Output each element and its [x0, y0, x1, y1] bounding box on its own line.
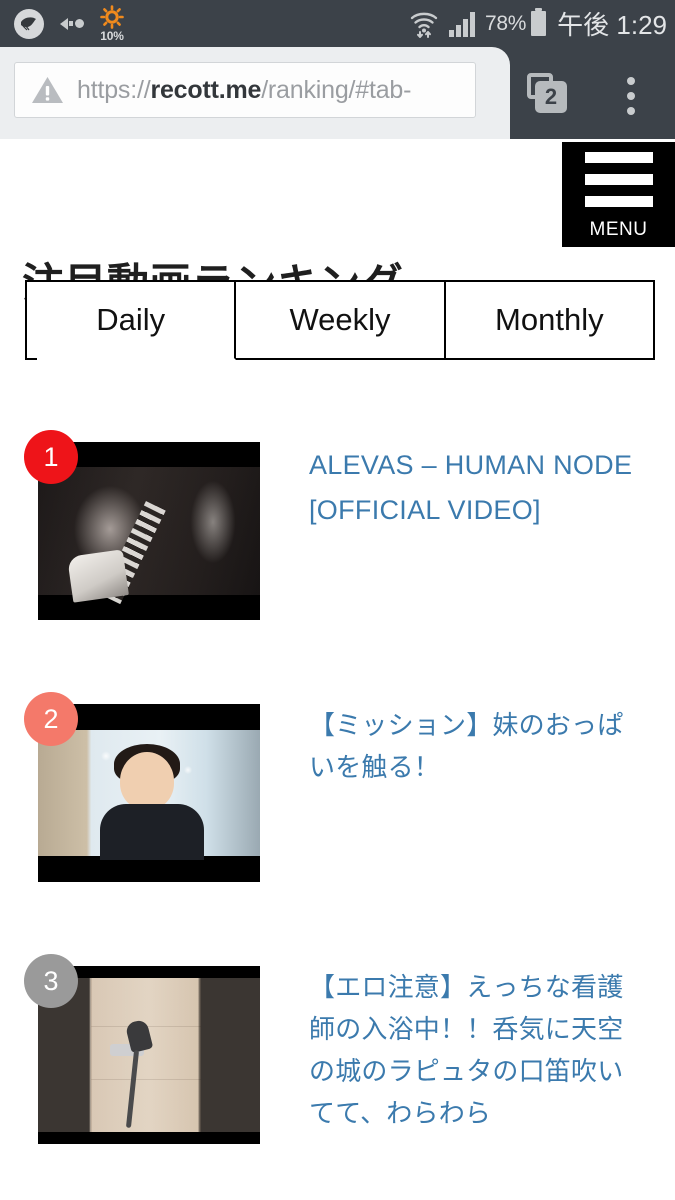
url-scheme: https:// — [77, 75, 151, 104]
rank-badge-2: 2 — [24, 692, 78, 746]
menu-dot-3 — [627, 107, 635, 115]
hamburger-menu-icon-line-1 — [584, 152, 653, 163]
tab-count-label: 2 — [535, 81, 567, 113]
ranking-item-2[interactable]: 2 【ミッション】妹のおっぱいを触る！ — [0, 686, 675, 948]
ranking-item-1[interactable]: 1 ALEVAS – HUMAN NODE [OFFICIAL VIDEO] — [0, 424, 675, 686]
url-text: https://recott.me/ranking/#tab- — [77, 76, 411, 105]
video-thumbnail-wrapper-2[interactable]: 2 — [24, 692, 260, 882]
hamburger-menu-icon-line-3 — [584, 196, 653, 207]
browser-toolbar: https://recott.me/ranking/#tab- 2 — [0, 47, 675, 139]
more-vertical-icon[interactable] — [620, 74, 642, 118]
menu-dot-1 — [627, 77, 635, 85]
brightness-indicator: 10% — [100, 5, 124, 42]
brightness-sun-icon — [100, 5, 124, 29]
ranking-list: 1 ALEVAS – HUMAN NODE [OFFICIAL VIDEO] 2… — [0, 424, 675, 1200]
bird-icon — [14, 8, 44, 39]
video-thumbnail-wrapper-1[interactable]: 1 — [24, 430, 260, 620]
video-thumbnail-wrapper-3[interactable]: 3 — [24, 954, 260, 1144]
status-bar: 10% 78% 午後 1:29 — [0, 0, 675, 47]
url-host: recott.me — [150, 75, 262, 104]
warning-triangle-icon — [32, 77, 63, 103]
tab-monthly[interactable]: Monthly — [445, 280, 655, 360]
site-menu-label: MENU — [589, 219, 648, 240]
wifi-icon — [410, 12, 438, 38]
video-title-link-3[interactable]: 【エロ注意】えっちな看護師の入浴中！！呑気に天空の城のラピュタの口笛吹いてて、わ… — [309, 967, 639, 1200]
tab-daily[interactable]: Daily — [25, 280, 237, 360]
ranking-item-3[interactable]: 3 【エロ注意】えっちな看護師の入浴中！！呑気に天空の城のラピュタの口笛吹いてて… — [0, 948, 675, 1200]
status-bar-clock: 午後 1:29 — [557, 10, 667, 40]
brightness-value: 10% — [100, 29, 124, 43]
ranking-period-tabs: Daily Weekly Monthly — [25, 280, 655, 360]
status-bar-left-icons: 10% — [14, 5, 124, 42]
data-transfer-icon — [60, 17, 84, 30]
tab-weekly[interactable]: Weekly — [236, 280, 446, 360]
tab-switcher-button[interactable]: 2 — [527, 73, 571, 117]
status-bar-right-icons: 78% 午後 1:29 — [409, 5, 667, 42]
rank-badge-1: 1 — [24, 430, 78, 484]
url-path: /ranking/#tab- — [261, 75, 412, 104]
menu-dot-2 — [627, 92, 635, 100]
battery-percentage: 78% — [485, 11, 527, 35]
rank-badge-3: 3 — [24, 954, 78, 1008]
video-title-link-1[interactable]: ALEVAS – HUMAN NODE [OFFICIAL VIDEO] — [309, 443, 639, 686]
site-menu-button[interactable]: MENU — [562, 142, 675, 247]
cellular-signal-icon — [449, 11, 476, 37]
hamburger-menu-icon-line-2 — [584, 174, 653, 185]
address-bar[interactable]: https://recott.me/ranking/#tab- — [14, 62, 476, 118]
video-title-link-2[interactable]: 【ミッション】妹のおっぱいを触る！ — [309, 705, 639, 948]
web-page-content: MENU 注目動画ランキング Daily Weekly Monthly 1 AL… — [0, 139, 675, 1200]
battery-icon — [531, 8, 547, 36]
